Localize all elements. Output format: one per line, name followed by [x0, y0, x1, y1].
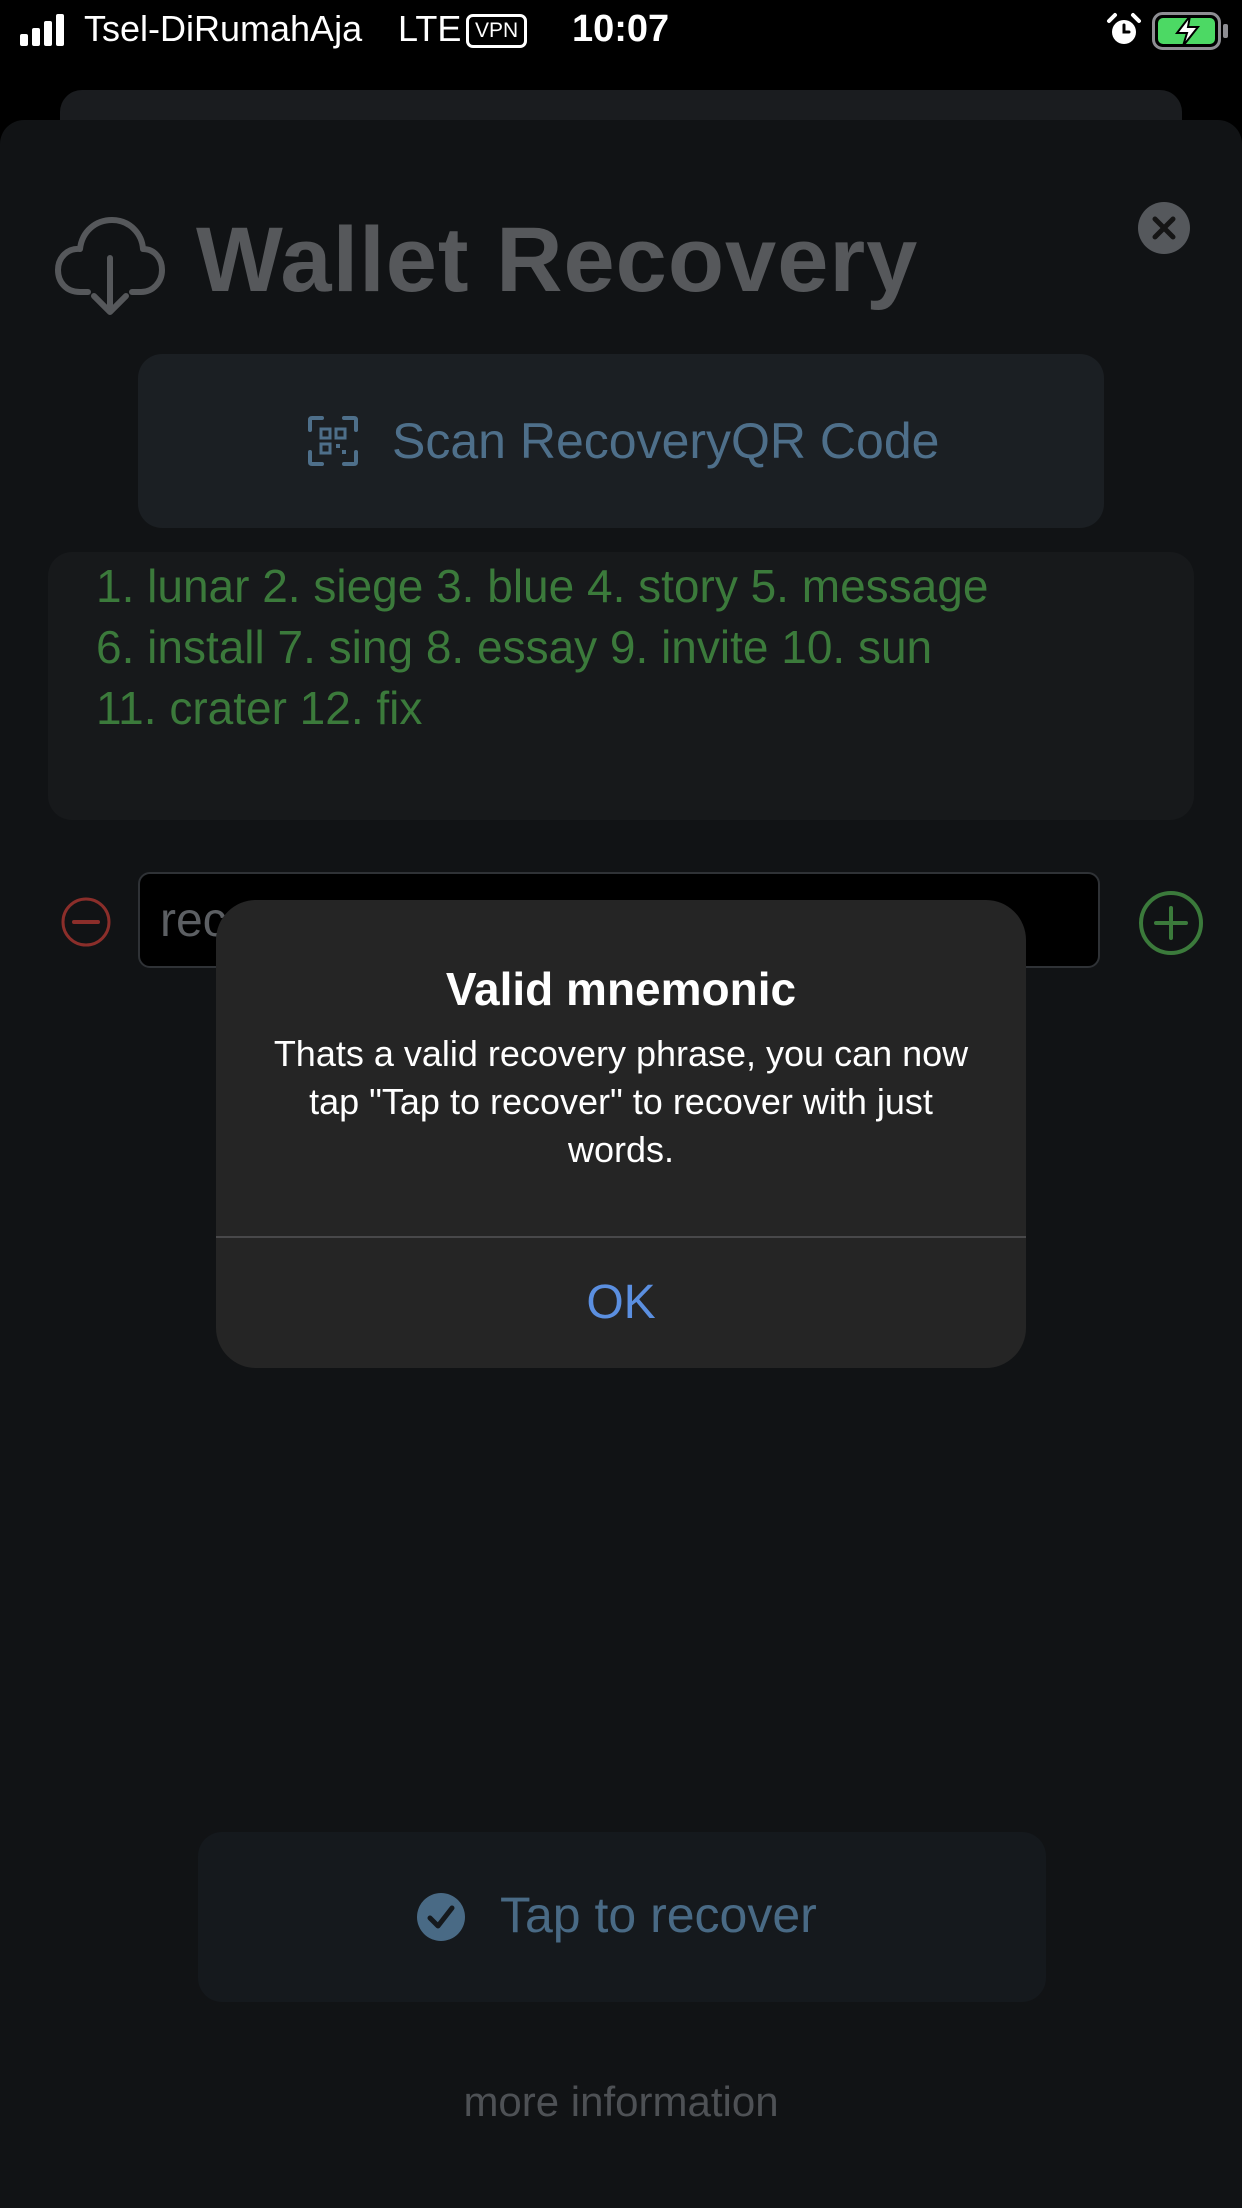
carrier-name: Tsel-DiRumahAja [84, 8, 363, 49]
alert-title: Valid mnemonic [445, 963, 797, 1015]
clock: 10:07 [572, 8, 670, 50]
minus-circle-icon[interactable] [60, 896, 112, 948]
status-bar: Tsel-DiRumahAja LTE VPN 10:07 [0, 0, 1242, 64]
alert-ok-button[interactable]: OK [216, 1238, 1026, 1368]
vpn-badge: VPN [466, 14, 528, 48]
battery-charging-icon [1152, 12, 1228, 50]
close-icon [1152, 216, 1176, 240]
alert-message: Thats a valid recovery phrase, you can n… [273, 1033, 969, 1170]
tap-to-recover-button[interactable]: Tap to recover [198, 1832, 1046, 2002]
page-title: Wallet Recovery [196, 209, 919, 311]
mnemonic-words-text: 1. lunar 2. siege 3. blue 4. story 5. me… [96, 560, 989, 734]
alarm-icon [1107, 13, 1141, 44]
close-button[interactable] [1138, 202, 1190, 254]
network-type: LTE [398, 8, 462, 49]
valid-mnemonic-alert: Valid mnemonic Thats a valid recovery ph… [216, 900, 1026, 1368]
signal-icon [20, 14, 64, 46]
checkmark-circle-icon [417, 1893, 465, 1941]
plus-circle-icon[interactable] [1138, 890, 1204, 956]
more-information-link[interactable]: more information [0, 2078, 1242, 2126]
scan-button-label: Scan RecoveryQR Code [392, 413, 940, 469]
recover-button-label: Tap to recover [500, 1887, 817, 1943]
qr-code-icon [308, 416, 358, 466]
scan-qr-button[interactable]: Scan RecoveryQR Code [138, 354, 1104, 528]
cloud-download-icon [55, 217, 165, 315]
mnemonic-words-box[interactable]: 1. lunar 2. siege 3. blue 4. story 5. me… [48, 552, 1194, 820]
